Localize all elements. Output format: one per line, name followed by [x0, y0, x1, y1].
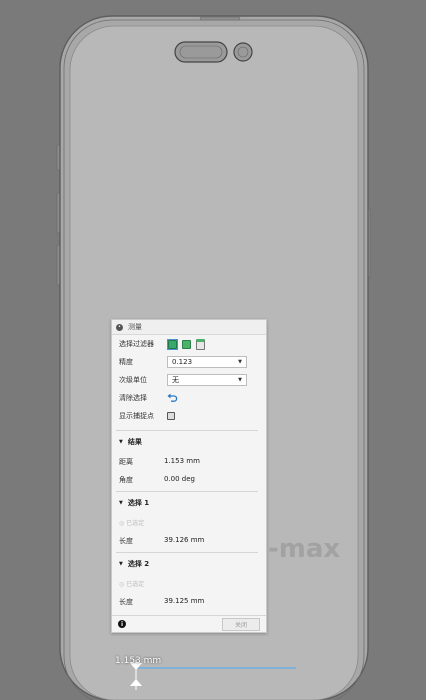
angle-label: 角度	[119, 476, 133, 484]
chevron-down-icon: ▼	[238, 359, 242, 365]
dialog-title: 测量	[128, 323, 142, 331]
dialog-footer: i 关闭	[112, 615, 266, 632]
close-button[interactable]: 关闭	[222, 618, 260, 631]
distance-value: 1.153 mm	[164, 457, 200, 465]
selection1-length-row: 长度 39.126 mm	[119, 536, 204, 546]
selection2-status: ◎ 已选定	[119, 579, 144, 588]
watermark-text: -max	[268, 534, 340, 564]
triangle-down-icon: ▼	[119, 561, 123, 567]
angle-row: 角度 0.00 deg	[119, 475, 195, 485]
show-snap-label: 显示捕捉点	[119, 412, 154, 420]
secondary-unit-label: 次级单位	[119, 376, 147, 384]
results-section-header[interactable]: ▼ 结果	[119, 437, 142, 447]
distance-row: 距离 1.153 mm	[119, 457, 200, 467]
distance-label: 距离	[119, 458, 133, 466]
filter-face-icon[interactable]	[167, 338, 178, 350]
precision-label: 精度	[119, 358, 133, 366]
phone-front-camera[interactable]	[233, 42, 253, 62]
collapse-icon[interactable]: •	[116, 323, 123, 331]
results-title: 结果	[127, 438, 142, 446]
secondary-unit-row: 次级单位 无 ▼	[119, 373, 259, 387]
selection1-selected-text: 已选定	[126, 520, 145, 527]
selection2-selected-text: 已选定	[126, 581, 145, 588]
selection-filter-label: 选择过滤器	[119, 340, 154, 348]
dialog-titlebar[interactable]: • 测量	[112, 320, 266, 335]
clear-selection-row: 清除选择	[119, 391, 259, 405]
measure-dialog[interactable]: • 测量 选择过滤器 精度 0.123 ▼ 次级单位 无 ▼ 清除选择 显示捕捉…	[111, 319, 267, 633]
selection-filter-row: 选择过滤器	[119, 337, 259, 351]
measure-dimension-label: 1.153 mm	[115, 656, 162, 666]
phone-speaker-slot	[199, 16, 241, 21]
triangle-down-icon: ▼	[119, 500, 123, 506]
chevron-down-icon: ▼	[238, 377, 242, 383]
undo-icon[interactable]	[167, 393, 178, 403]
divider	[116, 491, 258, 492]
secondary-unit-dropdown[interactable]: 无 ▼	[167, 374, 247, 386]
secondary-unit-value: 无	[172, 376, 179, 384]
phone-camera-pill[interactable]	[174, 41, 228, 63]
selection2-length-label: 长度	[119, 598, 133, 606]
show-snap-checkbox[interactable]	[167, 412, 175, 420]
angle-value: 0.00 deg	[164, 475, 196, 483]
selection1-title: 选择 1	[127, 499, 150, 507]
selection1-length-label: 长度	[119, 537, 133, 545]
circle-icon: ◎	[119, 520, 125, 527]
triangle-down-icon: ▼	[119, 439, 123, 445]
filter-body-icon[interactable]	[181, 339, 192, 350]
divider	[116, 430, 258, 431]
selection1-status: ◎ 已选定	[119, 518, 144, 527]
selection1-length-value: 39.126 mm	[164, 536, 205, 544]
precision-dropdown[interactable]: 0.123 ▼	[167, 356, 247, 368]
clear-selection-label: 清除选择	[119, 394, 147, 402]
precision-row: 精度 0.123 ▼	[119, 355, 259, 369]
divider	[116, 552, 258, 553]
info-icon[interactable]: i	[118, 620, 126, 628]
selection2-section-header[interactable]: ▼ 选择 2	[119, 559, 149, 569]
show-snap-row: 显示捕捉点	[119, 409, 259, 423]
selection2-length-row: 长度 39.125 mm	[119, 597, 204, 607]
selection2-title: 选择 2	[127, 560, 150, 568]
precision-value: 0.123	[172, 358, 193, 366]
circle-icon: ◎	[119, 581, 125, 588]
selection2-length-value: 39.125 mm	[164, 597, 205, 605]
filter-component-icon[interactable]	[195, 338, 206, 350]
selection1-section-header[interactable]: ▼ 选择 1	[119, 498, 149, 508]
